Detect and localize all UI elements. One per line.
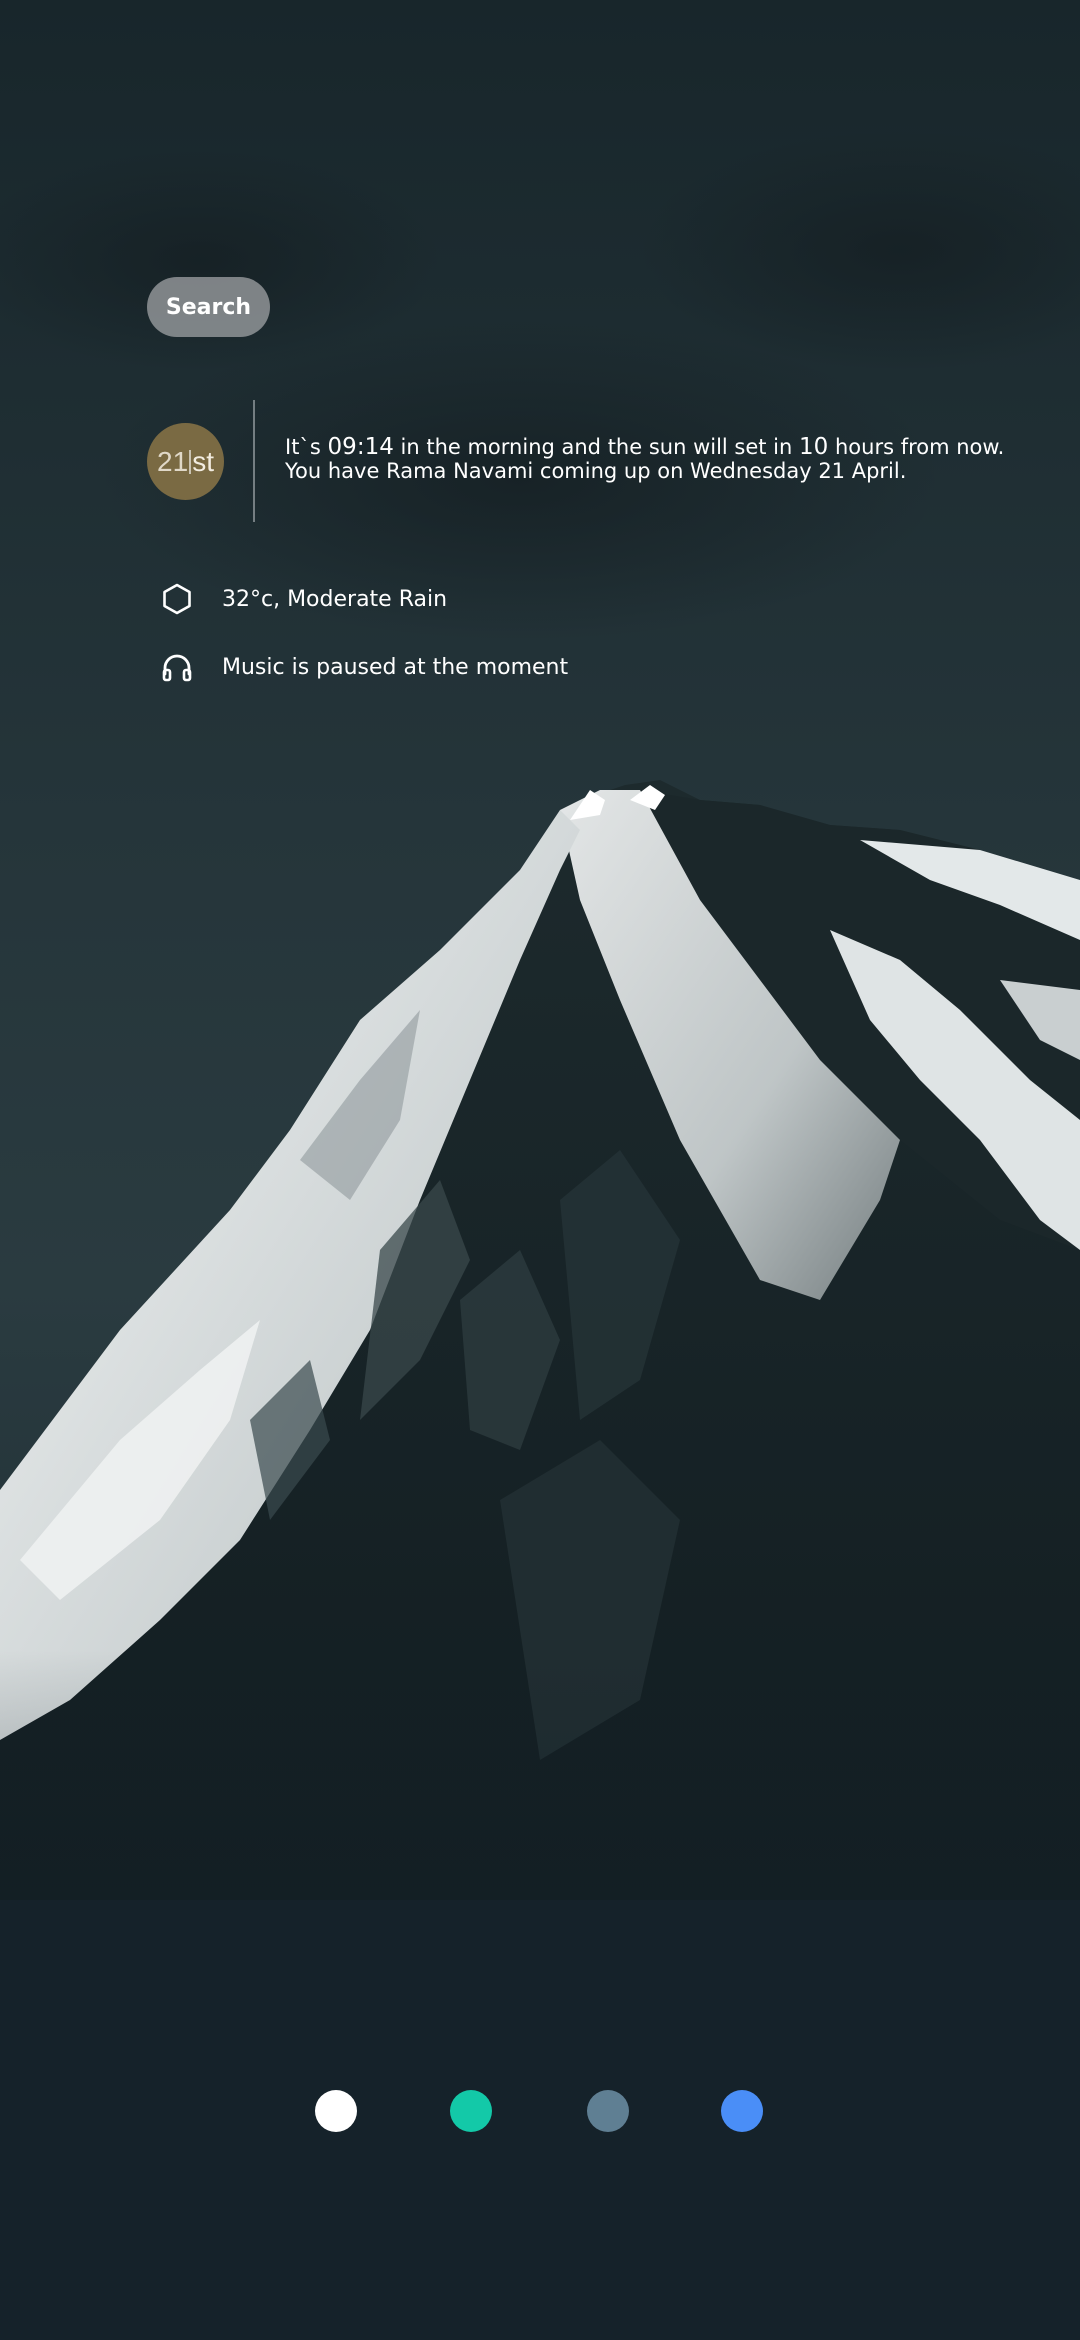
color-dot-teal[interactable] (450, 2090, 492, 2132)
headphones-icon (160, 650, 194, 684)
summary-line-2: You have Rama Navami coming up on Wednes… (285, 459, 907, 483)
date-badge: 21st (147, 423, 224, 500)
date-suffix: st (192, 445, 214, 477)
search-button[interactable]: Search (147, 277, 270, 337)
summary-prefix: It`s (285, 435, 328, 459)
color-dot-white[interactable] (315, 2090, 357, 2132)
weather-text: 32°c, Moderate Rain (222, 586, 448, 612)
color-dots (0, 2090, 1080, 2134)
music-text: Music is paused at the moment (222, 654, 569, 680)
summary-hours: 10 (799, 434, 829, 460)
date-separator (189, 449, 192, 474)
color-dot-blue[interactable] (721, 2090, 763, 2132)
weather-row[interactable]: 32°c, Moderate Rain (160, 582, 447, 616)
summary-line-1: It`s 09:14 in the morning and the sun wi… (285, 435, 1045, 459)
music-row[interactable]: Music is paused at the moment (160, 650, 568, 684)
hexagon-icon (160, 582, 194, 616)
search-label: Search (165, 294, 252, 320)
date-number: 21 (157, 445, 189, 477)
summary-suffix: hours from now. (828, 435, 1005, 459)
color-dot-slate[interactable] (587, 2090, 629, 2132)
mountain-wallpaper (0, 0, 1080, 2340)
summary-middle: in the morning and the sun will set in (393, 435, 800, 459)
vertical-divider (253, 400, 255, 522)
day-summary: It`s 09:14 in the morning and the sun wi… (285, 435, 1045, 483)
summary-time: 09:14 (327, 434, 394, 460)
